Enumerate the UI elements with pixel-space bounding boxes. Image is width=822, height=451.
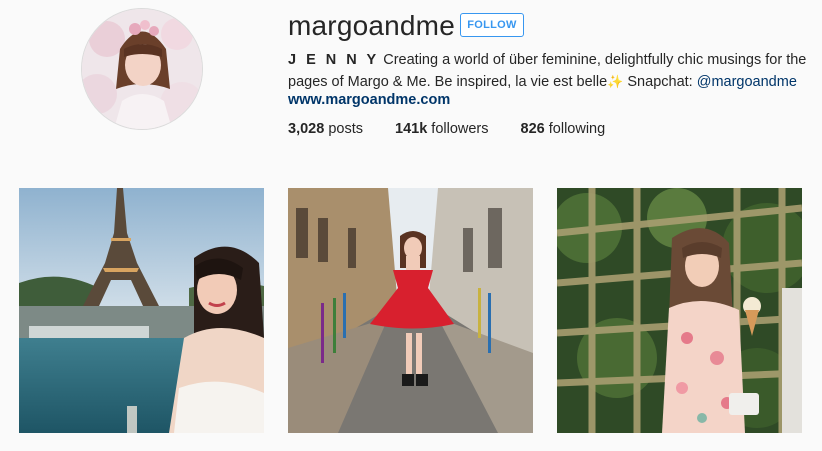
following-count: 826: [520, 121, 545, 137]
posts-count: 3,028: [288, 121, 325, 137]
follow-button[interactable]: FOLLOW: [460, 13, 524, 37]
following-stat[interactable]: 826 following: [521, 121, 606, 137]
profile-username: margoandme: [288, 10, 455, 41]
post-thumbnail[interactable]: [557, 188, 802, 433]
posts-stat: 3,028 posts: [288, 121, 363, 137]
followers-label: followers: [431, 121, 489, 137]
profile-avatar[interactable]: [81, 8, 203, 130]
profile-bio: J E N N Y Creating a world of über femin…: [288, 50, 808, 93]
sparkle-icon: ✨: [607, 74, 624, 89]
bio-name: J E N N Y: [288, 52, 380, 68]
profile-stats: 3,028 posts 141k followers 826 following: [288, 121, 605, 137]
bio-snapchat-link[interactable]: @margoandme: [697, 74, 797, 90]
post-thumbnail[interactable]: [288, 188, 533, 433]
followers-stat[interactable]: 141k followers: [395, 121, 489, 137]
post-thumbnail[interactable]: [19, 188, 264, 433]
posts-label: posts: [328, 121, 363, 137]
profile-website-link[interactable]: www.margoandme.com: [288, 92, 450, 108]
followers-count: 141k: [395, 121, 428, 137]
following-label: following: [548, 121, 606, 137]
bio-snapchat-label: Snapchat:: [627, 74, 693, 90]
